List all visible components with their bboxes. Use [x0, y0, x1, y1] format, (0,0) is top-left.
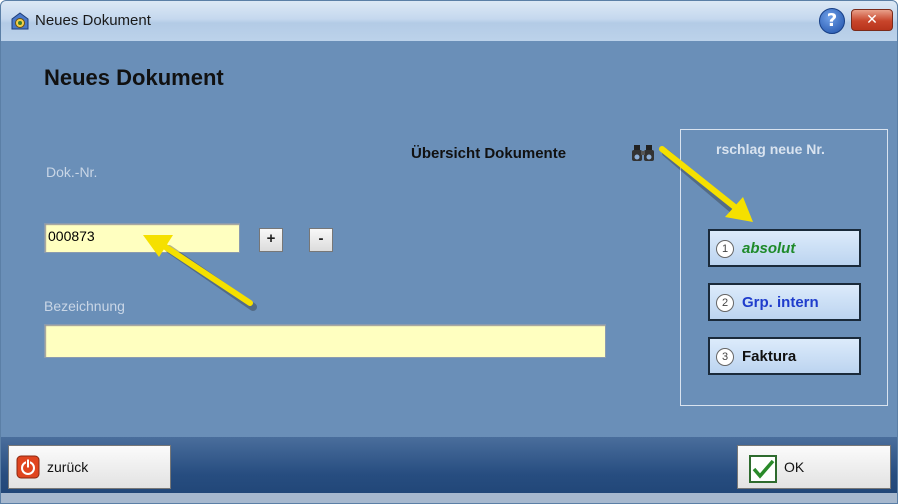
binoculars-icon[interactable]	[631, 143, 657, 163]
ok-label: OK	[784, 459, 805, 475]
ok-button[interactable]: OK	[737, 445, 891, 489]
decrement-button[interactable]: -	[309, 228, 333, 252]
option-label-grp-intern: Grp. intern	[742, 294, 819, 311]
window-title: Neues Dokument	[35, 12, 151, 29]
doc-nr-label: Dok.-Nr.	[46, 164, 98, 180]
dialog-window: Neues Dokument ? ✕ Neues Dokument Dok.-N…	[0, 0, 898, 504]
option-grp-intern-button[interactable]: 2 Grp. intern	[708, 283, 861, 321]
group-title: rschlag neue Nr.	[716, 141, 825, 157]
option-number-2: 2	[716, 294, 734, 312]
back-label: zurück	[47, 459, 89, 475]
footer-strip	[1, 493, 897, 503]
checkmark-icon	[749, 455, 777, 483]
help-icon: ?	[826, 10, 838, 31]
close-button[interactable]: ✕	[851, 9, 893, 31]
increment-button[interactable]: +	[259, 228, 283, 252]
title-bar: Neues Dokument ? ✕	[1, 1, 897, 41]
option-label-faktura: Faktura	[742, 348, 797, 365]
overview-documents-link[interactable]: Übersicht Dokumente	[411, 145, 566, 162]
doc-nr-field[interactable]: 000873	[44, 223, 240, 253]
back-button[interactable]: zurück	[8, 445, 171, 489]
help-button[interactable]: ?	[819, 8, 845, 34]
option-absolut-button[interactable]: 1 absolut	[708, 229, 861, 267]
power-icon	[16, 455, 40, 479]
close-icon: ✕	[866, 12, 878, 28]
option-number-1: 1	[716, 240, 734, 258]
page-title: Neues Dokument	[44, 65, 224, 90]
option-number-3: 3	[716, 348, 734, 366]
description-label: Bezeichnung	[44, 298, 125, 314]
option-label-absolut: absolut	[742, 240, 796, 257]
option-faktura-button[interactable]: 3 Faktura	[708, 337, 861, 375]
description-field[interactable]	[44, 324, 606, 358]
app-globe-icon	[11, 12, 29, 30]
